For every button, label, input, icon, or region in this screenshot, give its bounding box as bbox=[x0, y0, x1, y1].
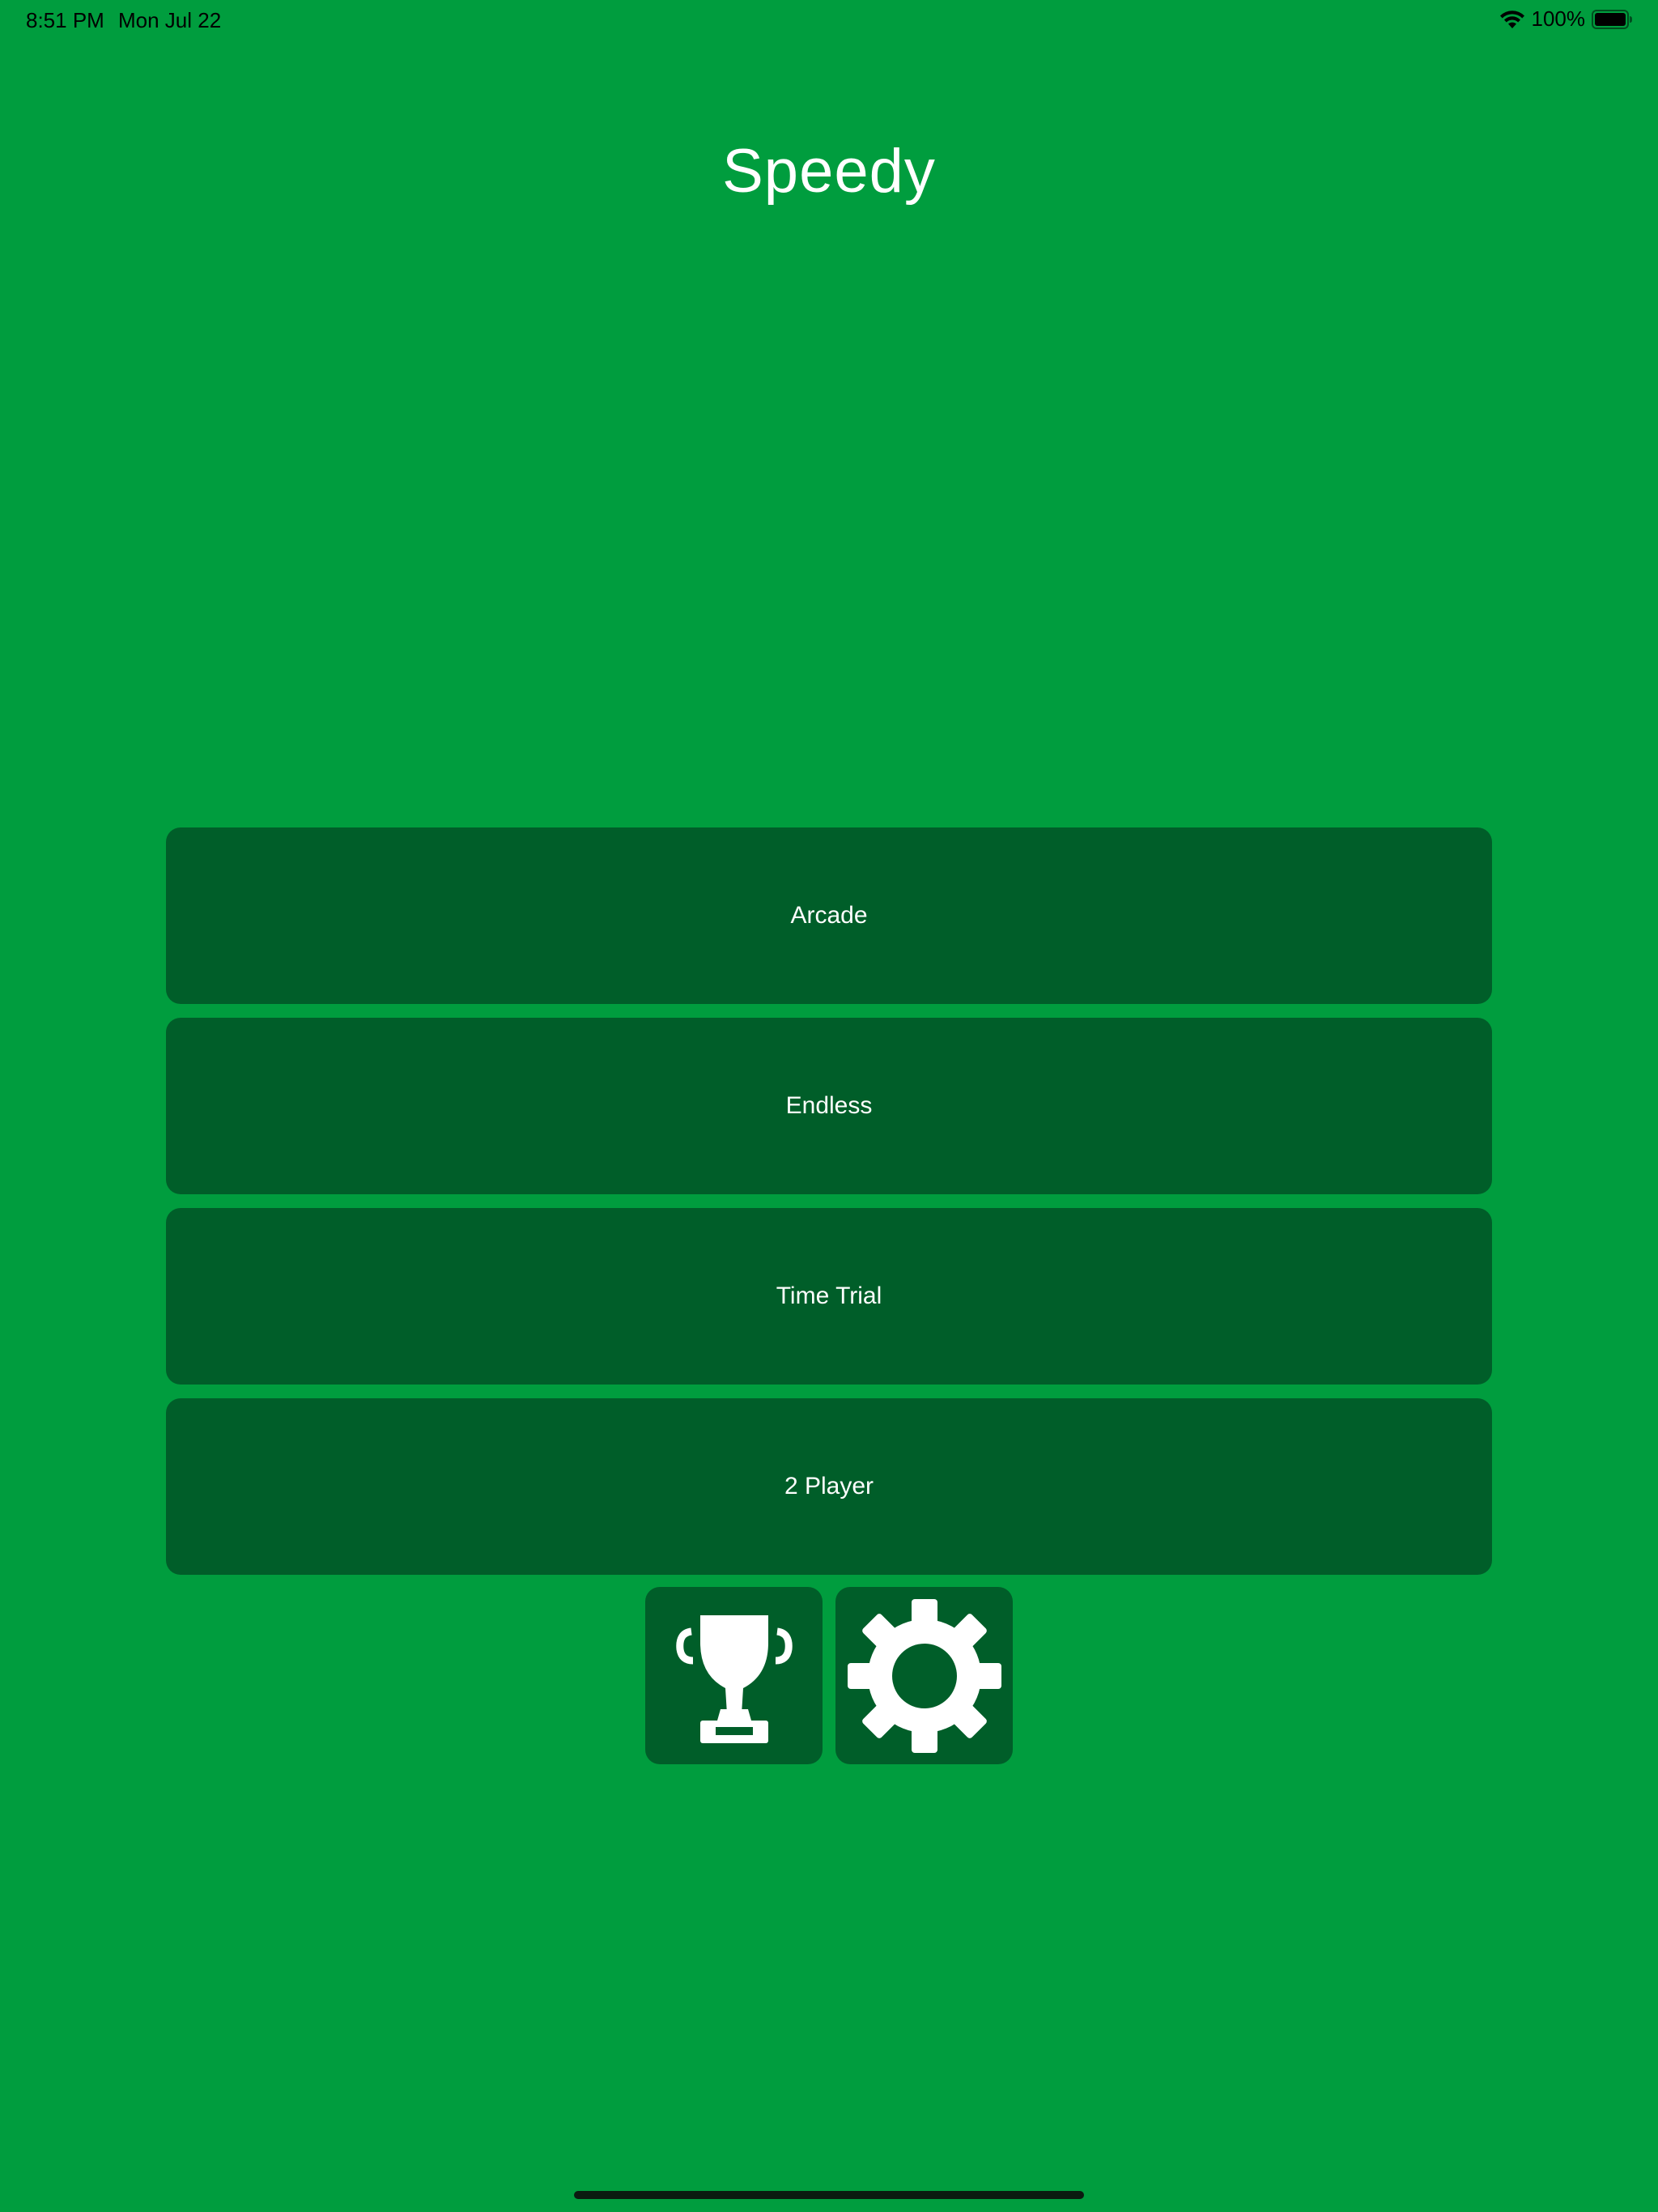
leaderboard-button[interactable] bbox=[645, 1587, 823, 1764]
app-screen: 8:51 PM Mon Jul 22 100% Speedy Arcade En… bbox=[0, 0, 1658, 2212]
game-mode-menu: Arcade Endless Time Trial 2 Player bbox=[166, 827, 1492, 1589]
endless-button[interactable]: Endless bbox=[166, 1018, 1492, 1194]
battery-percentage: 100% bbox=[1531, 6, 1586, 31]
two-player-button[interactable]: 2 Player bbox=[166, 1398, 1492, 1575]
time-trial-button[interactable]: Time Trial bbox=[166, 1208, 1492, 1385]
status-time: 8:51 PM bbox=[26, 8, 104, 32]
status-bar: 8:51 PM Mon Jul 22 100% bbox=[0, 0, 1658, 39]
time-trial-button-label: Time Trial bbox=[776, 1283, 882, 1309]
status-date: Mon Jul 22 bbox=[118, 8, 222, 32]
endless-button-label: Endless bbox=[785, 1092, 873, 1119]
status-indicators: 100% bbox=[1499, 6, 1635, 32]
arcade-button[interactable]: Arcade bbox=[166, 827, 1492, 1004]
icon-button-row bbox=[645, 1587, 1013, 1764]
arcade-button-label: Arcade bbox=[790, 902, 868, 929]
battery-icon bbox=[1592, 9, 1634, 30]
two-player-button-label: 2 Player bbox=[784, 1473, 874, 1499]
app-title: Speedy bbox=[722, 137, 936, 206]
home-indicator[interactable] bbox=[574, 2191, 1084, 2199]
settings-button[interactable] bbox=[835, 1587, 1013, 1764]
gear-icon bbox=[847, 1598, 1001, 1753]
wifi-icon bbox=[1499, 9, 1525, 30]
trophy-icon bbox=[674, 1607, 795, 1745]
